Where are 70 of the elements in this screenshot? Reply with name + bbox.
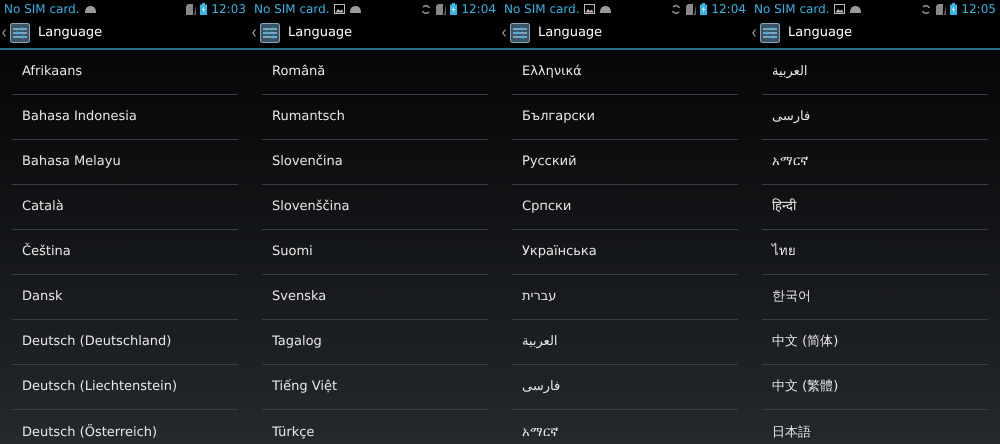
battery-icon [200,3,208,15]
battery-icon [450,3,458,15]
language-item[interactable]: Ελληνικά [512,50,738,95]
language-item[interactable]: Українська [512,230,738,275]
language-item[interactable]: Русский [512,140,738,185]
language-item[interactable]: Română [262,50,488,95]
sim-card-icon [435,4,446,14]
language-item[interactable]: فارسی [762,95,988,140]
sync-icon [421,4,432,14]
language-item[interactable]: Slovenčina [262,140,488,185]
language-item[interactable]: Català [12,185,238,230]
language-item[interactable]: Српски [512,185,738,230]
clock-text: 12:05 [961,3,996,15]
clock-text: 12:03 [211,3,246,15]
settings-icon [510,23,530,43]
screen-title: Language [288,24,352,42]
picture-icon [834,4,845,14]
language-item[interactable]: العربية [512,320,738,365]
language-item[interactable]: አማርኛ [762,140,988,185]
language-item[interactable]: አማርኛ [512,410,738,444]
language-item[interactable]: العربية [762,50,988,95]
sync-icon [921,4,932,14]
language-item[interactable]: Deutsch (Österreich) [12,410,238,444]
carrier-text: No SIM card. [254,3,330,15]
language-item[interactable]: Deutsch (Deutschland) [12,320,238,365]
language-item[interactable]: Dansk [12,275,238,320]
clock-text: 12:04 [711,3,746,15]
screen-title: Language [38,24,102,42]
back-caret-icon[interactable] [752,29,756,37]
back-caret-icon[interactable] [502,29,506,37]
language-item[interactable]: Suomi [262,230,488,275]
language-item[interactable]: Tagalog [262,320,488,365]
language-item[interactable]: Slovenščina [262,185,488,230]
language-item[interactable]: Bahasa Indonesia [12,95,238,140]
carrier-text: No SIM card. [504,3,580,15]
back-caret-icon[interactable] [2,29,6,37]
language-item[interactable]: Svenska [262,275,488,320]
battery-icon [950,3,958,15]
screen-title: Language [788,24,852,42]
screen-title: Language [538,24,602,42]
sim-card-icon [685,4,696,14]
sim-card-icon [185,4,196,14]
sync-icon [671,4,682,14]
sim-card-icon [935,4,946,14]
language-item[interactable]: עברית [512,275,738,320]
carrier-text: No SIM card. [4,3,80,15]
language-item[interactable]: हिन्दी [762,185,988,230]
language-item[interactable]: Български [512,95,738,140]
settings-icon [260,23,280,43]
picture-icon [584,4,595,14]
language-item[interactable]: Afrikaans [12,50,238,95]
language-item[interactable]: 中文 (繁體) [762,365,988,410]
back-caret-icon[interactable] [252,29,256,37]
language-item[interactable]: 日本語 [762,410,988,444]
language-item[interactable]: 中文 (简体) [762,320,988,365]
language-item[interactable]: 한국어 [762,275,988,320]
language-item[interactable]: Deutsch (Liechtenstein) [12,365,238,410]
clock-text: 12:04 [461,3,496,15]
battery-icon [700,3,708,15]
language-item[interactable]: Türkçe [262,410,488,444]
language-item[interactable]: Bahasa Melayu [12,140,238,185]
settings-icon [760,23,780,43]
language-item[interactable]: فارسی [512,365,738,410]
language-item[interactable]: Čeština [12,230,238,275]
carrier-text: No SIM card. [754,3,830,15]
language-item[interactable]: Tiếng Việt [262,365,488,410]
settings-icon [10,23,30,43]
language-item[interactable]: ไทย [762,230,988,275]
language-item[interactable]: Rumantsch [262,95,488,140]
picture-icon [334,4,345,14]
